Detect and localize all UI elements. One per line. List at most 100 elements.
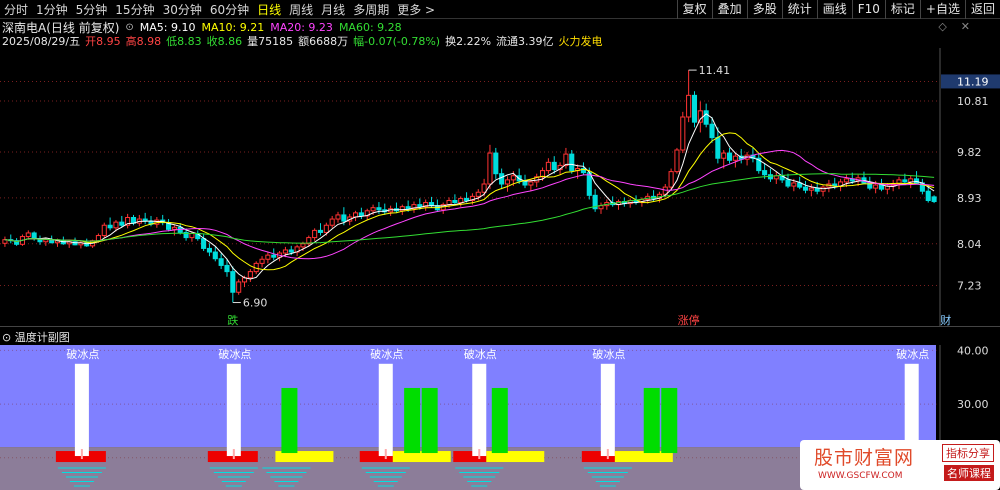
- candle: [382, 203, 388, 215]
- candle-body: [762, 170, 768, 176]
- candle-body: [212, 251, 218, 260]
- candle: [236, 279, 242, 295]
- toolbar-button[interactable]: 多股: [746, 0, 782, 19]
- ma20-value: MA20: 9.23: [270, 20, 333, 34]
- period-tab[interactable]: 5分钟: [72, 1, 112, 18]
- toolbar-button[interactable]: 叠加: [711, 0, 747, 19]
- sub-panel-title[interactable]: ⊙ 温度计副图: [2, 329, 70, 344]
- candle-body: [703, 110, 709, 125]
- green-signal-bar: [281, 387, 298, 454]
- header-icons: ◇ ✕: [938, 20, 970, 33]
- candle-body: [545, 161, 551, 172]
- candle: [680, 111, 686, 154]
- high-price-label: 11.41: [699, 64, 731, 77]
- candle-body: [236, 281, 242, 293]
- candle: [499, 168, 505, 190]
- ma-settings-icon[interactable]: ⊙: [125, 22, 133, 33]
- ma60-value: MA60: 9.28: [338, 20, 402, 34]
- candle: [72, 237, 78, 246]
- candle-body: [312, 229, 318, 239]
- green-signal-bar: [643, 387, 660, 454]
- candle: [598, 202, 604, 214]
- candlestick-chart[interactable]: 11.19 10.81 9.82 8.93 8.04 7.23 11.41 6.90 跌 涨停 财: [0, 48, 1000, 326]
- candle-body: [358, 212, 364, 217]
- panel-divider[interactable]: [0, 326, 1000, 327]
- candle-body: [493, 152, 499, 175]
- period-tab[interactable]: 30分钟: [159, 1, 206, 18]
- toolbar-button[interactable]: +自选: [919, 0, 965, 19]
- candle: [861, 171, 867, 184]
- candle-body: [31, 232, 37, 240]
- toolbar-button[interactable]: 标记: [884, 0, 920, 19]
- candle-body: [417, 204, 423, 208]
- candle-body: [709, 123, 715, 139]
- toolbar-button[interactable]: 画线: [816, 0, 852, 19]
- toolbar-button[interactable]: F10: [851, 0, 885, 19]
- candle-body: [475, 191, 481, 197]
- candle: [411, 201, 417, 213]
- candle: [265, 252, 271, 264]
- candle: [727, 147, 733, 164]
- price-tick-label: 8.93: [957, 192, 982, 205]
- toolbar-button[interactable]: 复权: [676, 0, 712, 19]
- candle-body: [528, 181, 534, 186]
- candle: [84, 238, 90, 247]
- period-tab[interactable]: 月线: [317, 1, 349, 18]
- period-tab[interactable]: 分时: [0, 1, 32, 18]
- candle: [674, 147, 680, 174]
- period-tab[interactable]: 周线: [285, 1, 317, 18]
- candle: [393, 202, 399, 213]
- candle-body: [925, 190, 931, 201]
- candle: [919, 178, 925, 195]
- candle: [166, 219, 172, 232]
- candle-body: [569, 153, 575, 172]
- candle-body: [878, 184, 885, 190]
- toolbar-button[interactable]: 统计: [781, 0, 817, 19]
- candle: [136, 214, 142, 227]
- candle: [66, 239, 72, 248]
- sub-tick-label: 40.00: [957, 345, 989, 357]
- ma-line-ma5: [4, 113, 935, 280]
- green-signal-bar: [404, 387, 421, 454]
- candle: [423, 199, 429, 211]
- more-periods-button[interactable]: 更多 >: [393, 1, 439, 18]
- candle: [277, 251, 283, 262]
- period-tab[interactable]: 多周期: [349, 1, 393, 18]
- toolbar-button[interactable]: 返回: [964, 0, 1000, 19]
- event-marker: 财: [940, 313, 951, 326]
- candle: [890, 179, 896, 192]
- candle-body: [802, 186, 809, 191]
- period-tab[interactable]: 15分钟: [111, 1, 158, 18]
- candle: [78, 240, 84, 249]
- ma5-value: MA5: 9.10: [139, 20, 196, 34]
- stock-header: 深南电A(日线 前复权) ⊙ MA5: 9.10 MA10: 9.21 MA20…: [2, 20, 402, 35]
- toolbar: 分时 1分钟 5分钟 15分钟 30分钟 60分钟 日线 周线 月线 多周期 更多 > 复权 叠加 多股…: [0, 0, 1000, 19]
- green-signal-bar: [491, 387, 508, 454]
- candle-body: [323, 224, 329, 233]
- period-tab[interactable]: 日线: [253, 1, 285, 18]
- candle: [545, 158, 551, 174]
- quote-float-cap: 流通3.39亿: [496, 35, 554, 48]
- period-tab[interactable]: 1分钟: [32, 1, 72, 18]
- candle-body: [341, 214, 347, 222]
- event-marker: 涨停: [678, 313, 700, 326]
- candle-body: [721, 152, 727, 159]
- candle: [125, 213, 131, 229]
- signal-label: 破冰点: [370, 347, 403, 361]
- candle: [744, 152, 750, 166]
- candle-body: [458, 197, 464, 204]
- close-icon[interactable]: ✕: [961, 20, 970, 33]
- price-tick-label: 8.04: [957, 238, 982, 251]
- candle-body: [785, 179, 791, 187]
- watermark-title: 股市财富网: [814, 447, 915, 469]
- candle: [230, 266, 236, 303]
- candle: [580, 162, 586, 175]
- period-tab[interactable]: 60分钟: [206, 1, 253, 18]
- quote-low: 低8.83: [166, 35, 202, 48]
- diamond-icon[interactable]: ◇: [938, 20, 946, 33]
- candle: [2, 236, 8, 247]
- signal-label: 破冰点: [464, 347, 497, 361]
- quote-sector[interactable]: 火力发电: [559, 33, 603, 49]
- candle: [358, 207, 364, 220]
- candle-body: [206, 247, 212, 253]
